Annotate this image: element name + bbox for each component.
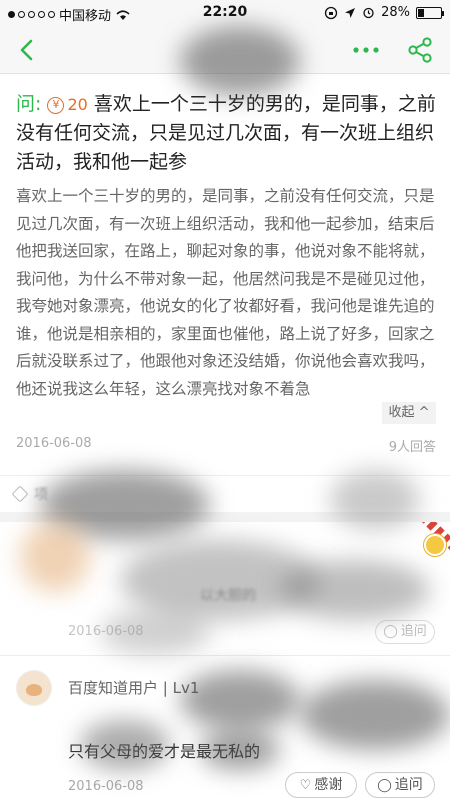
follow-up-icon: ◯ bbox=[377, 778, 392, 793]
follow-up-label: 追问 bbox=[394, 777, 423, 793]
more-dots-icon[interactable] bbox=[348, 36, 384, 64]
answer-date: 2016-06-08 bbox=[68, 624, 144, 639]
best-answer-badge-icon bbox=[424, 534, 446, 556]
follow-up-button[interactable]: ◯ 追问 bbox=[375, 620, 435, 644]
rotation-lock-icon bbox=[324, 6, 338, 19]
battery-percent: 28% bbox=[381, 5, 410, 20]
question-title: 问: ¥20 喜欢上一个三十岁的男的，是同事，之前没有任何交流，只是见过几次面，… bbox=[16, 90, 440, 177]
reward-badge: ¥20 bbox=[47, 95, 88, 114]
heart-icon: ♡ bbox=[299, 778, 312, 793]
tag-icon bbox=[11, 485, 29, 503]
question-date: 2016-06-08 bbox=[16, 436, 92, 451]
thanks-label: 感谢 bbox=[314, 777, 343, 793]
follow-up-button[interactable]: ◯ 追问 bbox=[365, 772, 435, 798]
question-prefix: 问: bbox=[16, 93, 42, 115]
nav-bar bbox=[0, 26, 450, 74]
chevron-left-icon[interactable] bbox=[12, 34, 42, 66]
section-divider bbox=[0, 512, 450, 522]
alarm-icon bbox=[363, 7, 374, 19]
question-detail: 喜欢上一个三十岁的男的，是同事，之前没有任何交流，只是见过几次面，有一次班上组织… bbox=[16, 187, 435, 398]
answer-date: 2016-06-08 bbox=[68, 779, 144, 794]
battery-icon bbox=[416, 6, 444, 19]
tag-label: 项 bbox=[34, 487, 48, 503]
tag-row[interactable]: 项 bbox=[0, 475, 450, 511]
avatar[interactable] bbox=[16, 670, 52, 706]
follow-up-label: 追问 bbox=[400, 624, 427, 639]
answer-text: 只有父母的爱才是最无私的 bbox=[68, 742, 261, 761]
share-icon[interactable] bbox=[405, 35, 435, 65]
reward-coin-icon: ¥ bbox=[47, 97, 65, 114]
thanks-button[interactable]: ♡ 感谢 bbox=[285, 772, 357, 798]
status-bar: 中国移动 22:20 28% bbox=[0, 0, 450, 26]
answer-username[interactable]: 百度知道用户 | Lv1 bbox=[68, 677, 199, 698]
battery-level bbox=[418, 8, 425, 17]
status-indicators: 28% bbox=[324, 5, 444, 20]
answer-text: 以大胆的 bbox=[200, 588, 256, 604]
reward-amount: 20 bbox=[67, 95, 88, 114]
answer-count: 9人回答 bbox=[388, 440, 436, 455]
collapse-button[interactable]: 收起 ^ bbox=[382, 402, 436, 424]
follow-up-icon: ◯ bbox=[383, 624, 398, 639]
location-arrow-icon bbox=[345, 7, 356, 18]
